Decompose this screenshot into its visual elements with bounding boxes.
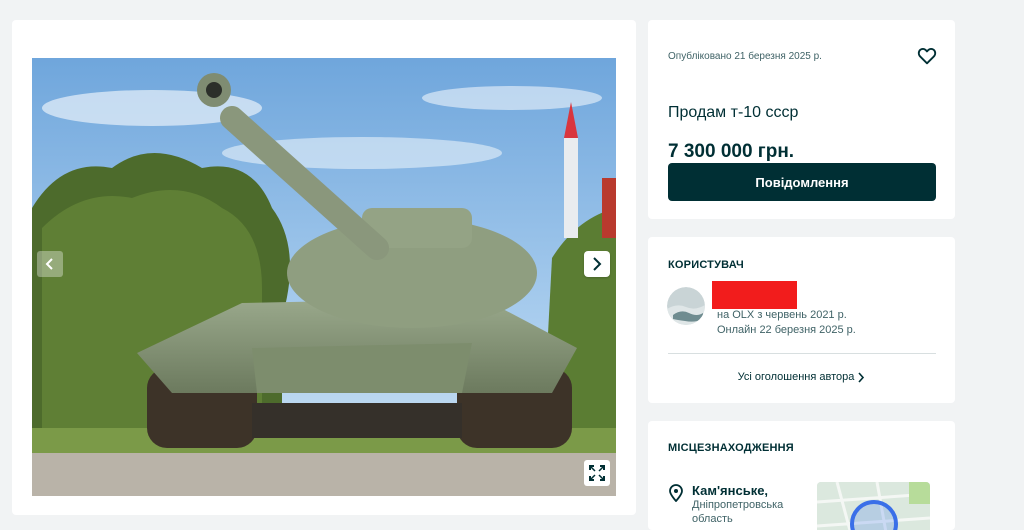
listing-info-card: Опубліковано 21 березня 2025 р. Продам т… bbox=[648, 20, 955, 219]
location-card: Місцезнаходження Кам'янське, Дніпропетро… bbox=[648, 421, 955, 530]
last-online: Онлайн 22 березня 2025 р. bbox=[717, 324, 856, 336]
all-seller-ads-link[interactable]: Усі оголошення автора bbox=[648, 371, 955, 383]
seller-name-redacted bbox=[712, 281, 797, 309]
seller-card: Користувач на OLX з червень 2021 р. Онла… bbox=[648, 237, 955, 403]
listing-photo[interactable] bbox=[32, 58, 616, 496]
map-thumbnail[interactable] bbox=[817, 482, 930, 530]
avatar[interactable] bbox=[667, 287, 705, 325]
all-seller-ads-label: Усі оголошення автора bbox=[737, 371, 855, 383]
expand-icon bbox=[589, 465, 605, 481]
listing-price: 7 300 000 грн. bbox=[668, 141, 795, 162]
listing-title: Продам т-10 ссср bbox=[668, 104, 799, 121]
heart-icon[interactable] bbox=[916, 45, 938, 67]
prev-photo-button[interactable] bbox=[37, 251, 63, 277]
divider bbox=[668, 353, 936, 354]
published-date: Опубліковано 21 березня 2025 р. bbox=[668, 51, 822, 62]
chevron-right-icon bbox=[593, 257, 602, 271]
next-photo-button[interactable] bbox=[584, 251, 610, 277]
location-region: Дніпропетровська область bbox=[692, 499, 784, 525]
location-pin-icon bbox=[669, 484, 683, 502]
seller-heading: Користувач bbox=[668, 259, 744, 271]
location-heading: Місцезнаходження bbox=[668, 442, 794, 454]
location-city: Кам'янське, bbox=[692, 483, 769, 498]
message-button[interactable]: Повідомлення bbox=[668, 163, 936, 201]
chevron-left-icon bbox=[45, 258, 53, 270]
chevron-right-icon bbox=[858, 371, 865, 383]
fullscreen-button[interactable] bbox=[584, 460, 610, 486]
gallery-card bbox=[12, 20, 636, 515]
member-since: на OLX з червень 2021 р. bbox=[717, 309, 847, 321]
